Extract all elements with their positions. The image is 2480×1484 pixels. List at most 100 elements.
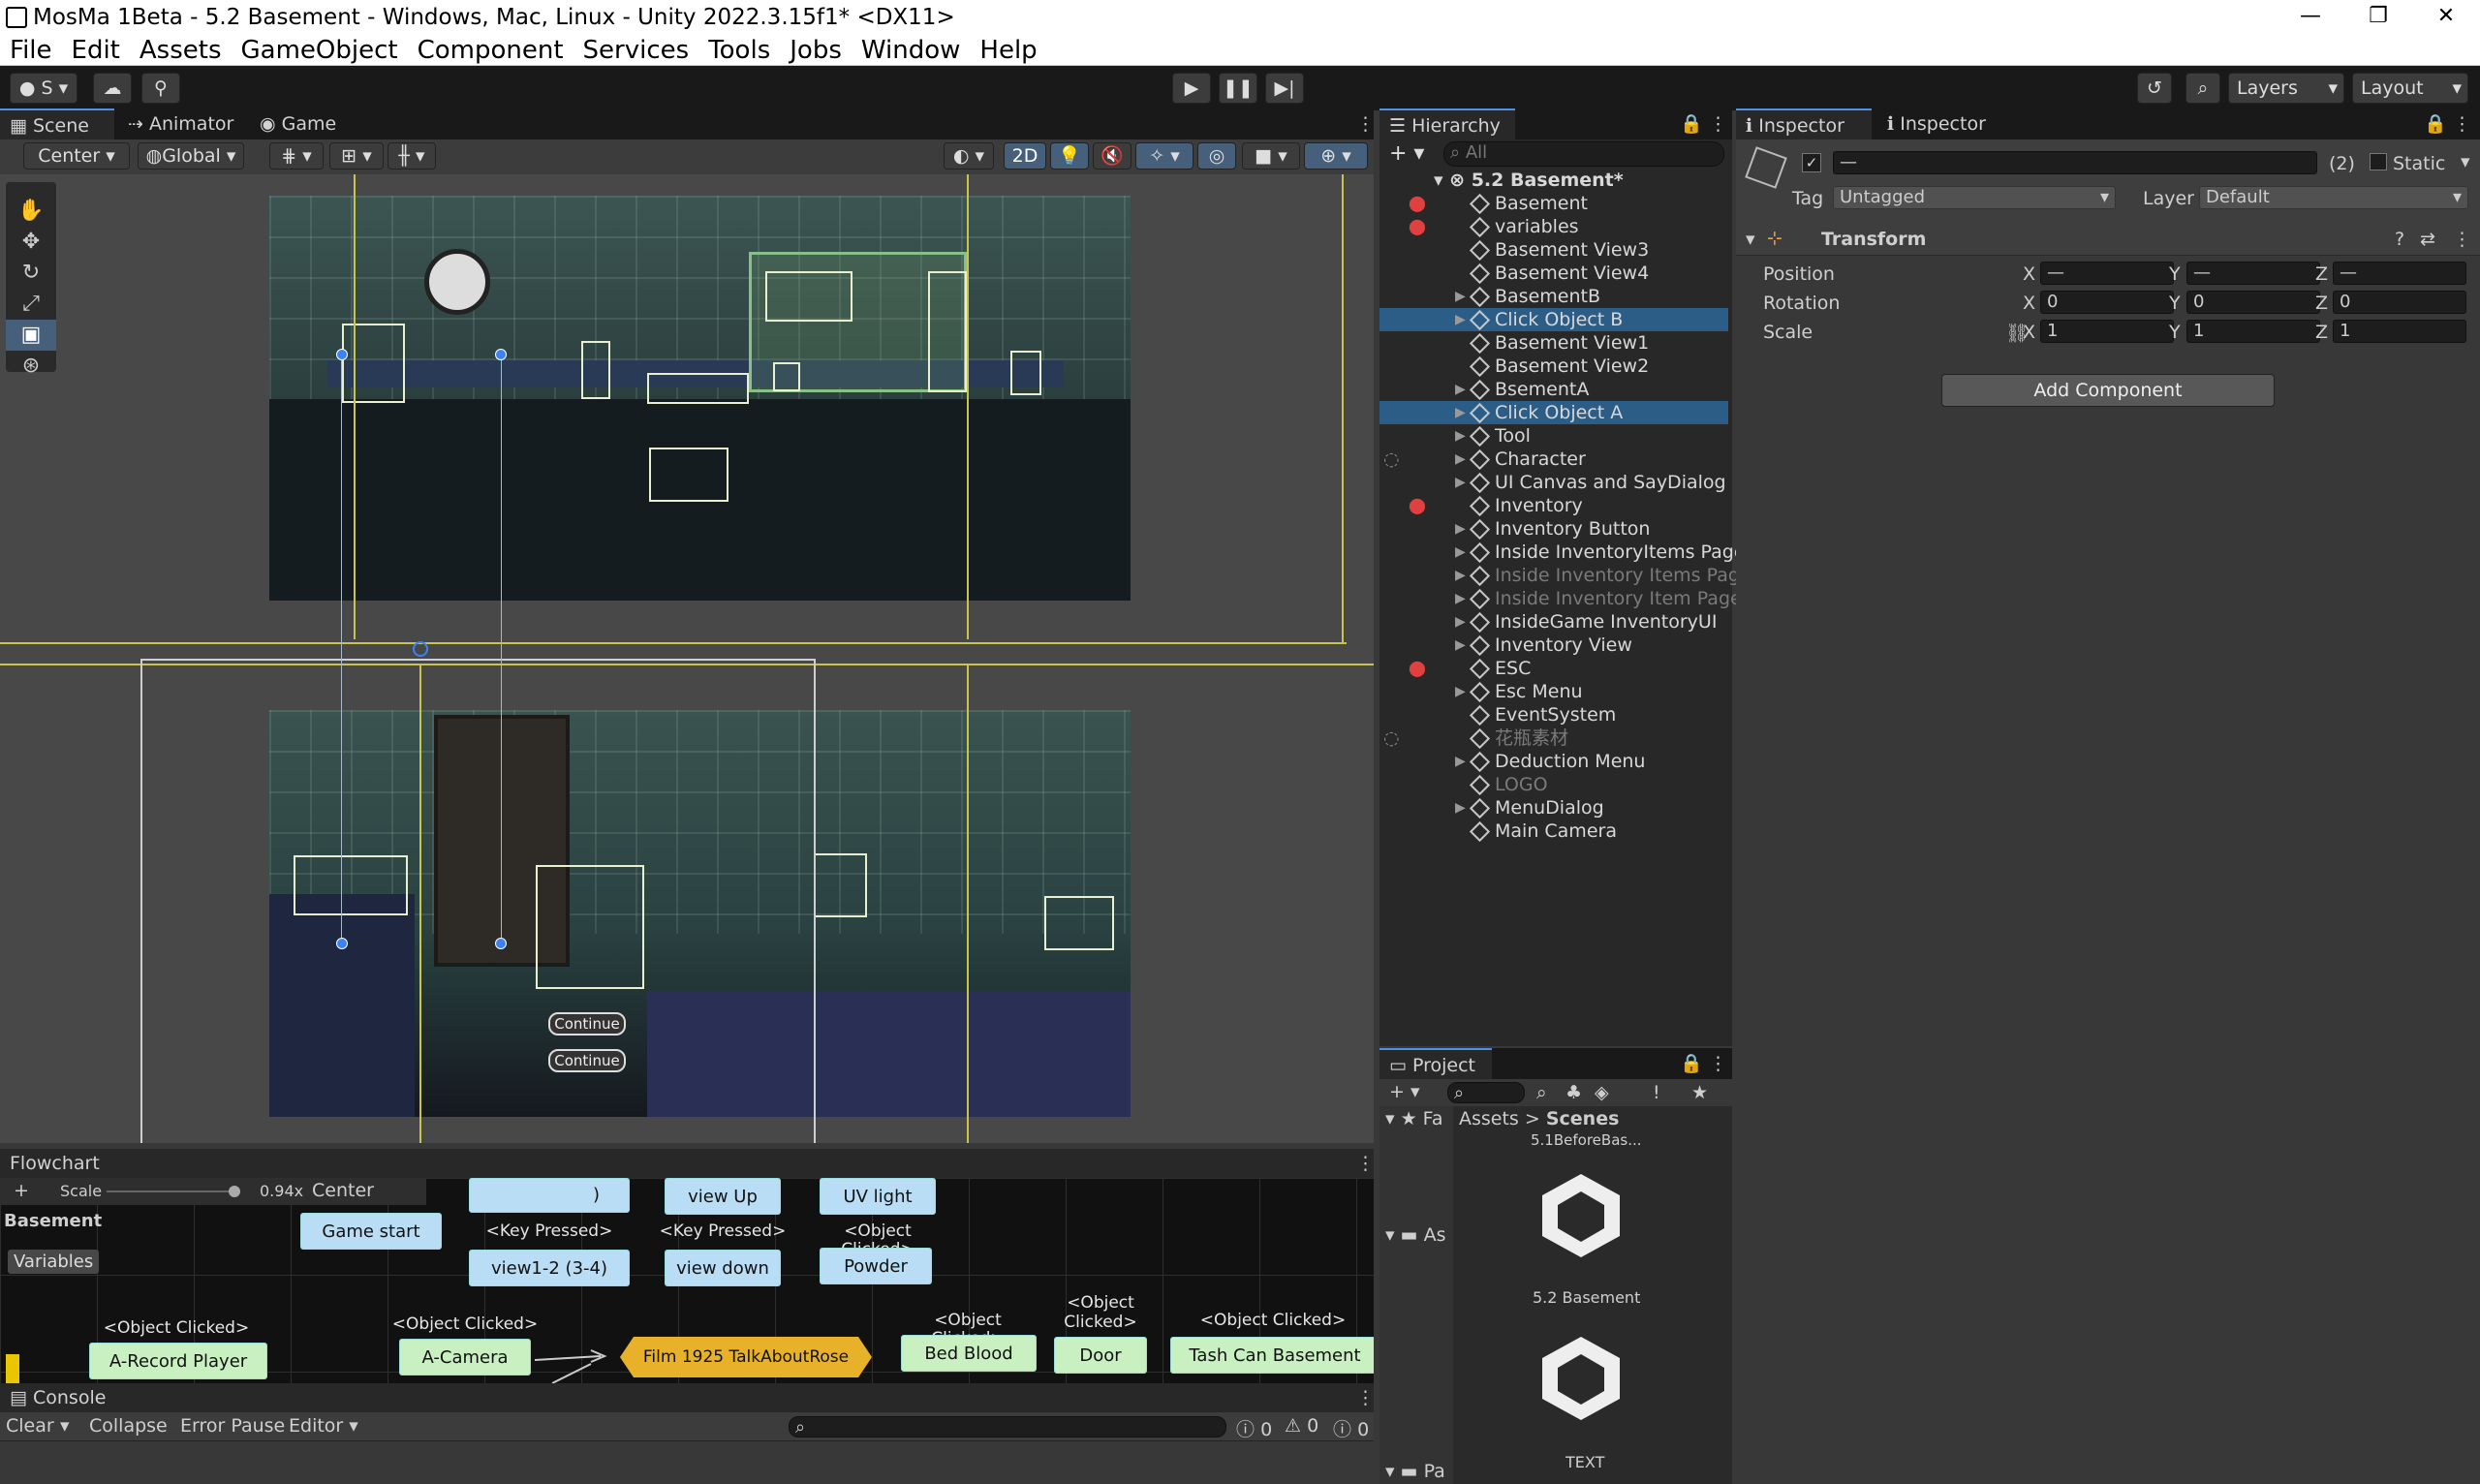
flowchart-canvas[interactable]: + Scale 0.94x Center Basement Variables … xyxy=(0,1178,1374,1383)
visibility-icon[interactable]: ◎ xyxy=(1197,142,1236,170)
menu-tools[interactable]: Tools xyxy=(708,36,770,65)
hierarchy-item[interactable]: ▶ Click Object B xyxy=(1380,308,1728,331)
position-x-field[interactable]: — xyxy=(2040,262,2174,285)
light-icon[interactable]: 💡 xyxy=(1050,142,1089,170)
warning-icon[interactable]: ! xyxy=(1653,1082,1660,1103)
menu-component[interactable]: Component xyxy=(418,36,564,65)
collab-icon[interactable]: ⚲ xyxy=(141,73,180,104)
tab-project[interactable]: ▭ Project xyxy=(1380,1048,1492,1079)
layout-dropdown[interactable]: Layout ▾ xyxy=(2352,73,2468,104)
selection-box[interactable] xyxy=(649,448,728,502)
more-menu-icon[interactable]: ⋮ xyxy=(1347,1383,1384,1412)
continue-button[interactable]: Continue xyxy=(548,1049,626,1072)
hierarchy-item[interactable]: ◌ ▶ Character xyxy=(1380,448,1728,471)
node-uv-light[interactable]: UV light xyxy=(820,1178,936,1215)
audio-icon[interactable]: 🔇 xyxy=(1093,142,1132,170)
expand-arrow-icon[interactable]: ▶ xyxy=(1455,634,1466,657)
menu-file[interactable]: File xyxy=(10,36,52,65)
tab-animator[interactable]: ⇢ Animator xyxy=(118,108,243,139)
expand-arrow-icon[interactable]: ▶ xyxy=(1455,308,1466,331)
unity-scene-file-icon[interactable] xyxy=(1536,1333,1626,1422)
help-icon[interactable]: ? xyxy=(2395,229,2404,250)
add-icon[interactable]: + ▾ xyxy=(1389,1081,1420,1102)
rect-tool-icon[interactable]: ▣ xyxy=(6,320,56,351)
hierarchy-item[interactable]: ▶ Inside Inventory Items Page 2 xyxy=(1380,564,1769,587)
ruler-icon[interactable]: ╫ ▾ xyxy=(388,142,436,170)
expand-arrow-icon[interactable]: ▶ xyxy=(1455,448,1466,471)
hierarchy-search-input[interactable]: ⌕ All xyxy=(1443,141,1724,167)
more-menu-icon[interactable]: ⋮ xyxy=(2443,108,2480,139)
menu-edit[interactable]: Edit xyxy=(72,36,120,65)
clear-button[interactable]: Clear xyxy=(6,1415,54,1437)
add-icon[interactable]: + xyxy=(14,1180,29,1201)
more-menu-icon[interactable]: ⋮ xyxy=(1699,108,1737,139)
unity-scene-file-icon[interactable] xyxy=(1536,1170,1626,1259)
rect-handle[interactable] xyxy=(495,349,507,360)
collapse-button[interactable]: Collapse xyxy=(89,1415,168,1437)
hierarchy-item[interactable]: ▶ Deduction Menu xyxy=(1380,750,1728,773)
add-component-button[interactable]: Add Component xyxy=(1941,374,2275,407)
chevron-down-icon[interactable]: ▾ xyxy=(2461,151,2470,172)
hierarchy-item[interactable]: ⬤ ESC xyxy=(1380,657,1728,680)
space-dropdown[interactable]: ◍Global ▾ xyxy=(138,142,244,170)
scale-icon[interactable]: ⤢ xyxy=(6,289,56,320)
rotation-x-field[interactable]: 0 xyxy=(2040,291,2174,314)
preset-icon[interactable]: ⇄ xyxy=(2420,229,2435,250)
tab-flowchart[interactable]: Flowchart xyxy=(0,1149,109,1178)
close-button[interactable]: ✕ xyxy=(2412,0,2480,35)
menu-window[interactable]: Window xyxy=(861,36,961,65)
more-menu-icon[interactable]: ⋮ xyxy=(1347,1149,1384,1178)
hierarchy-item[interactable]: ▶ Inside InventoryItems Page 1 xyxy=(1380,541,1763,564)
tab-scene[interactable]: ▦ Scene xyxy=(0,108,114,139)
maximize-button[interactable]: ❐ xyxy=(2344,0,2412,35)
camera-icon[interactable]: ■ ▾ xyxy=(1242,142,1300,170)
project-search-input[interactable]: ⌕ xyxy=(1447,1082,1525,1103)
selection-box[interactable] xyxy=(1044,896,1114,950)
tag-dropdown[interactable]: Untagged ▾ xyxy=(1833,186,2116,209)
hierarchy-item[interactable]: ▶ InsideGame InventoryUI xyxy=(1380,610,1728,634)
increment-snap-icon[interactable]: ⊞ ▾ xyxy=(329,142,384,170)
filter-icon[interactable]: ♣ xyxy=(1566,1082,1582,1103)
clear-dropdown-icon[interactable]: ▾ xyxy=(60,1415,70,1437)
tab-game[interactable]: ◉ Game xyxy=(250,108,346,139)
node-film[interactable]: Film 1925 TalkAboutRose xyxy=(634,1348,858,1367)
hierarchy-item[interactable]: ◌ 花瓶素材 xyxy=(1380,727,1728,750)
node-powder[interactable]: Powder xyxy=(820,1248,932,1284)
node-camera[interactable]: A-Camera xyxy=(399,1339,531,1376)
rect-handle[interactable] xyxy=(336,349,348,360)
node-record-player[interactable]: A-Record Player xyxy=(89,1343,267,1379)
active-checkbox[interactable]: ✓ xyxy=(1802,153,1821,172)
menu-assets[interactable]: Assets xyxy=(140,36,222,65)
rotation-z-field[interactable]: 0 xyxy=(2333,291,2466,314)
selection-box[interactable] xyxy=(928,271,967,392)
center-button[interactable]: Center xyxy=(312,1180,374,1201)
gizmos-icon[interactable]: ⊕ ▾ xyxy=(1304,142,1368,170)
expand-arrow-icon[interactable]: ▶ xyxy=(1455,541,1466,564)
rotation-y-field[interactable]: 0 xyxy=(2186,291,2320,314)
partial-node[interactable]: ) xyxy=(469,1178,630,1213)
hierarchy-item[interactable]: ▶ Inventory View xyxy=(1380,634,1728,657)
expand-arrow-icon[interactable]: ▶ xyxy=(1455,564,1466,587)
selection-box[interactable] xyxy=(581,341,610,399)
expand-arrow-icon[interactable]: ▶ xyxy=(1455,796,1466,819)
tab-hierarchy[interactable]: ☰ Hierarchy xyxy=(1380,108,1515,139)
effects-icon[interactable]: ✧ ▾ xyxy=(1135,142,1194,170)
expand-arrow-icon[interactable]: ▶ xyxy=(1455,424,1466,448)
node-view12[interactable]: view1-2 (3-4) xyxy=(469,1250,630,1286)
history-icon[interactable]: ↺ xyxy=(2137,73,2172,104)
search-by-type-icon[interactable]: ⌕ xyxy=(1536,1082,1547,1103)
name-field[interactable]: — xyxy=(1833,151,2317,174)
node-trash-can[interactable]: Tash Can Basement xyxy=(1170,1337,1374,1374)
transform-header[interactable]: ▾ ⊹ Transform ? ⇄ ⋮ xyxy=(1736,223,2480,256)
layer-dropdown[interactable]: Default ▾ xyxy=(2199,186,2468,209)
static-checkbox[interactable] xyxy=(2370,153,2387,170)
minimize-button[interactable]: — xyxy=(2277,0,2344,35)
hierarchy-item[interactable]: ▶ MenuDialog xyxy=(1380,796,1728,819)
menu-help[interactable]: Help xyxy=(979,36,1037,65)
expand-arrow-icon[interactable]: ▶ xyxy=(1455,378,1466,401)
continue-button[interactable]: Continue xyxy=(548,1012,626,1036)
breadcrumb-scenes[interactable]: Scenes xyxy=(1546,1108,1620,1129)
hierarchy-item[interactable]: Main Camera xyxy=(1380,819,1728,843)
pause-icon[interactable]: ❚❚ xyxy=(1219,73,1257,104)
selection-box[interactable] xyxy=(342,324,405,403)
